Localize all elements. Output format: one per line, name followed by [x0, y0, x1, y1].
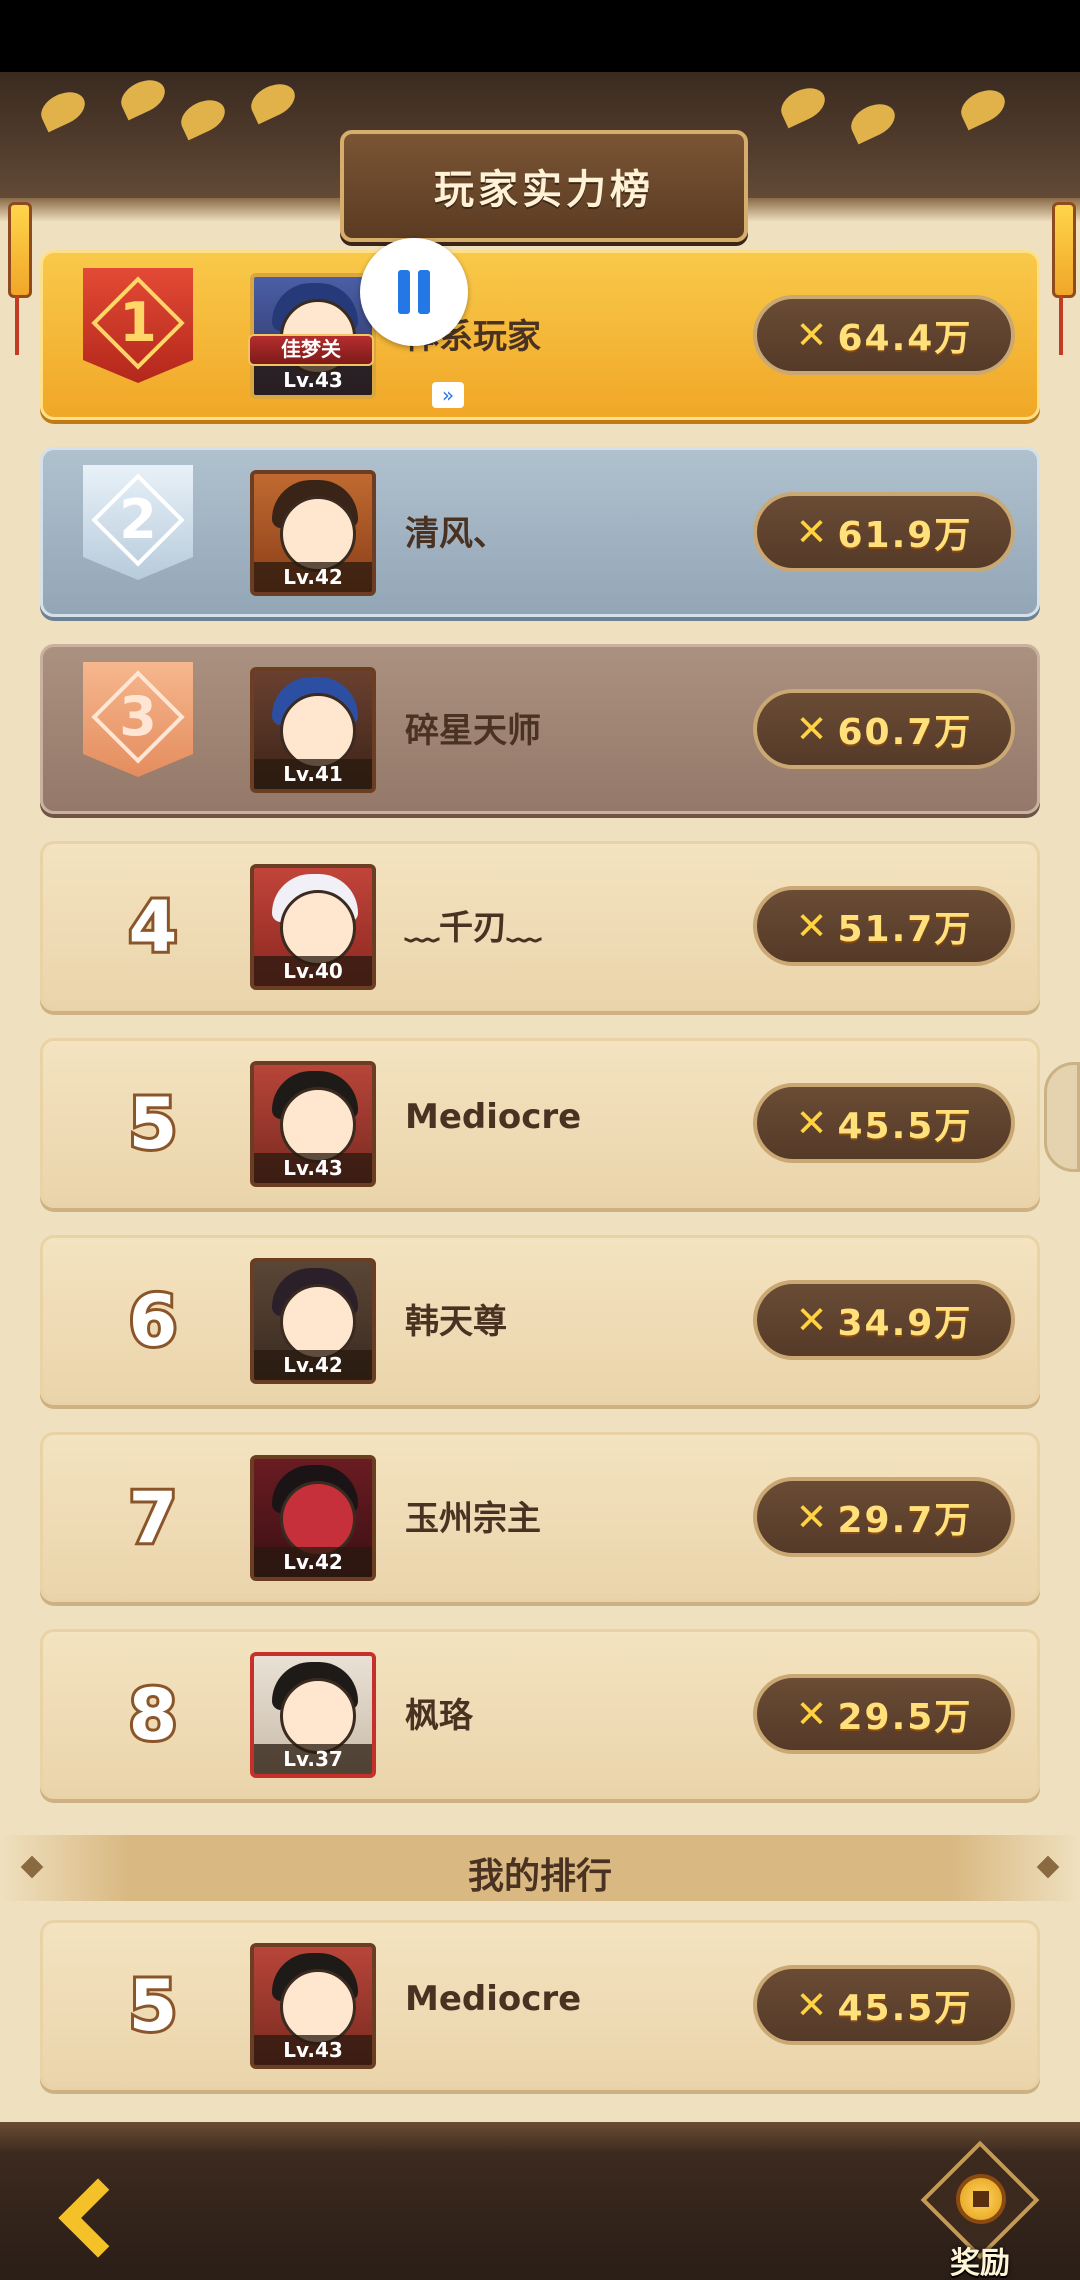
avatar[interactable]: Lv.43 [250, 1061, 376, 1187]
lantern-right-icon [1052, 202, 1076, 355]
rank-row-8[interactable]: 8 Lv.37 枫珞 ✕ 29.5万 [40, 1629, 1040, 1799]
rank-3-banner-icon: 3 [83, 662, 193, 797]
ginkgo-leaf-icon [115, 73, 171, 121]
avatar[interactable]: Lv.41 [250, 667, 376, 793]
level-label: Lv.40 [254, 956, 372, 986]
crossed-swords-icon: ✕ [795, 1692, 828, 1736]
crossed-swords-icon: ✕ [795, 313, 828, 357]
back-button[interactable] [58, 2178, 150, 2264]
level-label: Lv.43 [254, 2035, 372, 2065]
back-arrow-icon [58, 2178, 138, 2258]
leaderboard-screen: 玩家实力榜 1 Lv.43 体系玩家 ✕ 64.4万 佳梦关 2 Lv.42 清… [0, 72, 1080, 2280]
crossed-swords-icon: ✕ [795, 904, 828, 948]
power-badge: ✕ 29.5万 [753, 1674, 1015, 1754]
rank-row-5[interactable]: 5 Lv.43 Mediocre ✕ 45.5万 [40, 1038, 1040, 1208]
ginkgo-leaf-icon [955, 83, 1011, 131]
my-rank-row[interactable]: 5 Lv.43 Mediocre ✕ 45.5万 [40, 1920, 1040, 2090]
my-rank-header: 我的排行 [0, 1835, 1080, 1901]
avatar[interactable]: Lv.43 [250, 1943, 376, 2069]
power-value: 45.5万 [837, 1988, 973, 2029]
rank-number: 8 [126, 1671, 181, 1759]
power-badge: ✕ 29.7万 [753, 1477, 1015, 1557]
level-label: Lv.37 [254, 1744, 372, 1774]
player-name: Mediocre [405, 1979, 582, 2019]
avatar[interactable]: Lv.42 [250, 470, 376, 596]
reward-label: 奖励 [950, 2246, 1010, 2280]
side-drawer-tab[interactable] [1044, 1062, 1080, 1172]
power-badge: ✕ 60.7万 [753, 689, 1015, 769]
avatar[interactable]: Lv.37 [250, 1652, 376, 1778]
rank-1-banner-icon: 1 [83, 268, 193, 403]
power-value: 34.9万 [837, 1303, 973, 1344]
power-value: 45.5万 [837, 1106, 973, 1147]
crossed-swords-icon: ✕ [795, 1983, 828, 2027]
ginkgo-leaf-icon [845, 97, 901, 145]
crossed-swords-icon: ✕ [795, 707, 828, 751]
power-value: 29.7万 [837, 1500, 973, 1541]
power-badge: ✕ 34.9万 [753, 1280, 1015, 1360]
level-label: Lv.41 [254, 759, 372, 789]
ginkgo-leaf-icon [35, 85, 91, 133]
avatar[interactable]: Lv.42 [250, 1258, 376, 1384]
reward-button[interactable]: 奖励 [920, 2140, 1040, 2280]
rank-2-banner-icon: 2 [83, 465, 193, 600]
pause-icon[interactable] [360, 238, 468, 346]
rank-row-7[interactable]: 7 Lv.42 玉州宗主 ✕ 29.7万 [40, 1432, 1040, 1602]
rank-row-2[interactable]: 2 Lv.42 清风、 ✕ 61.9万 [40, 447, 1040, 617]
rank-number: 5 [126, 1080, 181, 1168]
player-name: 玉州宗主 [405, 1499, 541, 1539]
coin-icon [956, 2174, 1006, 2224]
crossed-swords-icon: ✕ [795, 1495, 828, 1539]
rank-row-3[interactable]: 3 Lv.41 碎星天师 ✕ 60.7万 [40, 644, 1040, 814]
rank-number: 7 [126, 1474, 181, 1562]
ginkgo-leaf-icon [245, 77, 301, 125]
player-name: 清风、 [405, 514, 507, 554]
title-badge: 佳梦关 [248, 334, 374, 366]
player-name: ﹏千刃﹏ [405, 908, 541, 948]
level-label: Lv.43 [254, 365, 372, 395]
rank-row-4[interactable]: 4 Lv.40 ﹏千刃﹏ ✕ 51.7万 [40, 841, 1040, 1011]
status-bar [0, 0, 1080, 72]
level-label: Lv.42 [254, 1547, 372, 1577]
footer-bar [0, 2122, 1080, 2280]
my-rank-title: 我的排行 [467, 1856, 612, 1897]
level-label: Lv.42 [254, 1350, 372, 1380]
rank-number: 4 [126, 883, 181, 971]
power-badge: ✕ 64.4万 [753, 295, 1015, 375]
rank-number: 6 [126, 1277, 181, 1365]
power-badge: ✕ 45.5万 [753, 1083, 1015, 1163]
title-plaque: 玩家实力榜 [340, 130, 748, 242]
avatar[interactable]: Lv.42 [250, 1455, 376, 1581]
crossed-swords-icon: ✕ [795, 1298, 828, 1342]
level-label: Lv.43 [254, 1153, 372, 1183]
rank-row-1[interactable]: 1 Lv.43 体系玩家 ✕ 64.4万 [40, 250, 1040, 420]
power-value: 51.7万 [837, 909, 973, 950]
rank-row-6[interactable]: 6 Lv.42 韩天尊 ✕ 34.9万 [40, 1235, 1040, 1405]
ginkgo-leaf-icon [775, 81, 831, 129]
page-title: 玩家实力榜 [434, 167, 654, 213]
power-value: 60.7万 [837, 712, 973, 753]
ginkgo-leaf-icon [175, 93, 231, 141]
power-badge: ✕ 51.7万 [753, 886, 1015, 966]
player-name: Mediocre [405, 1097, 582, 1137]
crossed-swords-icon: ✕ [795, 1101, 828, 1145]
rank-number: 5 [126, 1962, 181, 2050]
power-value: 64.4万 [837, 318, 973, 359]
lantern-left-icon [8, 202, 32, 355]
player-name: 碎星天师 [405, 711, 541, 751]
level-label: Lv.42 [254, 562, 372, 592]
avatar[interactable]: Lv.40 [250, 864, 376, 990]
player-name: 枫珞 [405, 1696, 473, 1736]
power-badge: ✕ 45.5万 [753, 1965, 1015, 2045]
player-name: 韩天尊 [405, 1302, 507, 1342]
fast-forward-icon[interactable]: » [432, 382, 464, 408]
crossed-swords-icon: ✕ [795, 510, 828, 554]
power-value: 29.5万 [837, 1697, 973, 1738]
power-badge: ✕ 61.9万 [753, 492, 1015, 572]
power-value: 61.9万 [837, 515, 973, 556]
